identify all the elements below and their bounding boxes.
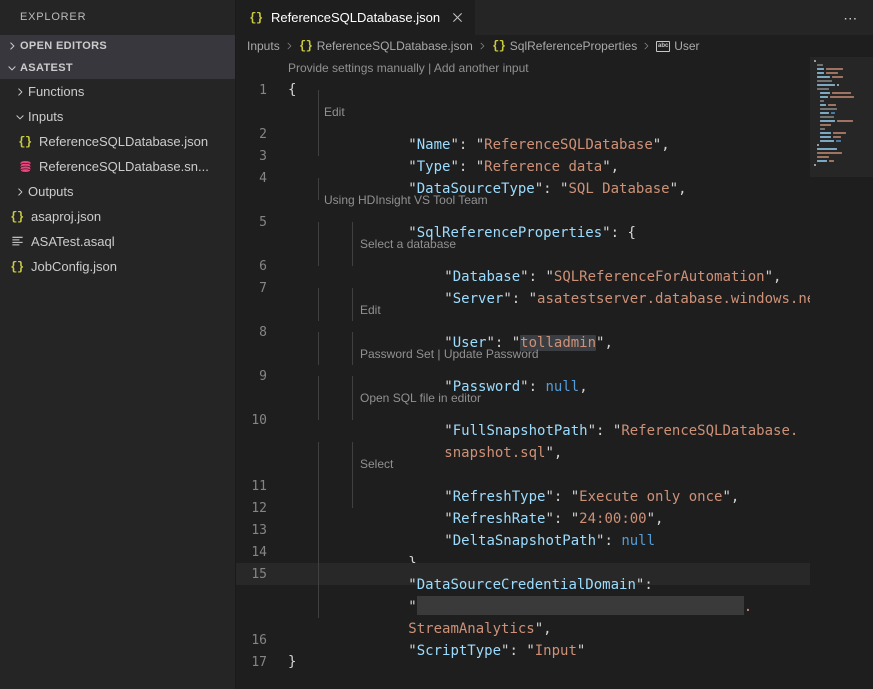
tree-item-label: ReferenceSQLDatabase.json (39, 134, 208, 149)
tree-item-label: asaproj.json (31, 209, 101, 224)
line-number: 17 (236, 655, 288, 670)
section-open-editors[interactable]: OPEN EDITORS (0, 35, 235, 57)
section-open-editors-label: OPEN EDITORS (20, 35, 107, 57)
breadcrumb: Inputs {} ReferenceSQLDatabase.json {} S… (236, 35, 873, 57)
line-number: 8 (236, 325, 288, 340)
abc-string-icon: abc (655, 39, 671, 53)
line-number: 5 (236, 215, 288, 230)
chevron-right-icon (284, 41, 294, 51)
breadcrumb-label: ReferenceSQLDatabase.json (317, 39, 473, 53)
code-line-16: 16 "ScriptType": "Input" (236, 629, 873, 651)
editor-area: {} ReferenceSQLDatabase.json ⋯ Inputs {}… (236, 0, 873, 689)
line-number: 12 (236, 501, 288, 516)
line-number: 6 (236, 259, 288, 274)
line-number: 2 (236, 127, 288, 142)
breadcrumb-label: User (674, 39, 699, 53)
tree-item-label: JobConfig.json (31, 259, 117, 274)
chevron-right-icon (4, 38, 20, 54)
tree-item-label: Outputs (28, 184, 74, 199)
chevron-down-icon (4, 60, 20, 76)
line-number: 13 (236, 523, 288, 538)
close-icon[interactable] (449, 10, 465, 26)
more-actions-icon[interactable]: ⋯ (837, 4, 865, 32)
section-asatest[interactable]: ASATEST (0, 57, 235, 79)
chevron-right-icon (477, 41, 487, 51)
asaql-file-icon (8, 234, 26, 250)
json-file-icon: {} (16, 134, 34, 150)
tree-item-inputs[interactable]: Inputs (0, 104, 235, 129)
tree-item-functions[interactable]: Functions (0, 79, 235, 104)
explorer-title: EXPLORER (0, 0, 235, 35)
code-line-17: 17 } (236, 651, 873, 673)
code-editor[interactable]: Provide settings manually | Add another … (236, 57, 873, 689)
json-object-icon: {} (491, 39, 507, 53)
chevron-right-icon (641, 41, 651, 51)
tree-item-referencesqldatabase-json[interactable]: {} ReferenceSQLDatabase.json (0, 129, 235, 154)
line-number: 1 (236, 83, 288, 98)
line-number: 14 (236, 545, 288, 560)
editor-actions: ⋯ (837, 0, 865, 35)
vscode-window: EXPLORER OPEN EDITORS ASATEST Functions (0, 0, 873, 689)
tree-item-referencesqldatabase-snapshot[interactable]: ReferenceSQLDatabase.sn... (0, 154, 235, 179)
breadcrumb-label: Inputs (247, 39, 280, 53)
line-number: 15 (236, 567, 288, 582)
tree-item-label: Functions (28, 84, 84, 99)
json-file-icon: {} (298, 39, 314, 53)
tree-item-asaproj-json[interactable]: {} asaproj.json (0, 204, 235, 229)
tree-item-asatest-asaql[interactable]: ASATest.asaql (0, 229, 235, 254)
line-number: 3 (236, 149, 288, 164)
breadcrumb-item-file[interactable]: {} ReferenceSQLDatabase.json (298, 39, 473, 53)
database-file-icon (16, 159, 34, 175)
tree-item-label: ReferenceSQLDatabase.sn... (39, 159, 209, 174)
tree-item-outputs[interactable]: Outputs (0, 179, 235, 204)
line-number: 16 (236, 633, 288, 648)
code-text: } (288, 654, 296, 670)
line-number: 9 (236, 369, 288, 384)
tree-item-label: Inputs (28, 109, 63, 124)
line-number: 7 (236, 281, 288, 296)
tab-label: ReferenceSQLDatabase.json (271, 10, 440, 25)
json-file-icon: {} (8, 209, 26, 225)
codelens-provide-settings[interactable]: Provide settings manually | Add another … (288, 61, 529, 75)
line-number: 4 (236, 171, 288, 186)
line-number: 11 (236, 479, 288, 494)
breadcrumb-item-sqlreferenceproperties[interactable]: {} SqlReferenceProperties (491, 39, 637, 53)
breadcrumb-label: SqlReferenceProperties (510, 39, 637, 53)
chevron-right-icon (12, 184, 28, 200)
breadcrumb-item-user[interactable]: abc User (655, 39, 699, 53)
explorer-sidebar: EXPLORER OPEN EDITORS ASATEST Functions (0, 0, 236, 689)
json-file-icon: {} (8, 259, 26, 275)
section-asatest-label: ASATEST (20, 57, 73, 79)
json-file-icon: {} (247, 10, 265, 26)
chevron-right-icon (12, 84, 28, 100)
chevron-down-icon (12, 109, 28, 125)
tree-item-jobconfig-json[interactable]: {} JobConfig.json (0, 254, 235, 279)
breadcrumb-item-inputs[interactable]: Inputs (247, 39, 280, 53)
line-number: 10 (236, 413, 288, 428)
tree-item-label: ASATest.asaql (31, 234, 115, 249)
codelens-row: Provide settings manually | Add another … (236, 57, 873, 79)
editor-tab-bar: {} ReferenceSQLDatabase.json ⋯ (236, 0, 873, 35)
tab-referencesqldatabase-json[interactable]: {} ReferenceSQLDatabase.json (236, 0, 476, 35)
